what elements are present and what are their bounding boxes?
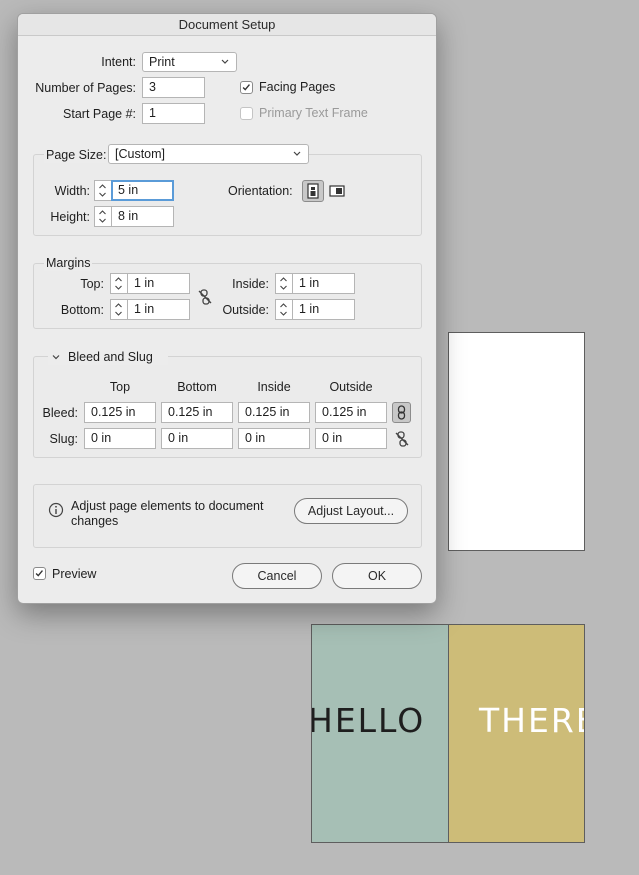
start-page-label: Start Page #:	[63, 107, 136, 121]
pages-field[interactable]: 3	[142, 77, 205, 98]
slug-label: Slug:	[49, 432, 79, 446]
margins-link-button[interactable]	[196, 288, 214, 306]
bleed-slug-header[interactable]: Bleed and Slug	[48, 349, 168, 365]
ok-button[interactable]: OK	[332, 563, 422, 589]
facing-pages-checkbox[interactable]	[240, 81, 253, 94]
dialog-title: Document Setup	[18, 14, 436, 36]
margin-top-field[interactable]: 1 in	[127, 273, 190, 294]
landscape-icon	[329, 185, 345, 197]
canvas-page-3: THERE	[448, 624, 585, 843]
portrait-orientation-button[interactable]	[302, 180, 324, 202]
margin-inside-label: Inside:	[232, 277, 269, 291]
canvas-page-1	[448, 332, 585, 551]
margin-top-label: Top:	[80, 277, 104, 291]
primary-text-frame-label: Primary Text Frame	[259, 106, 368, 120]
bleed-label: Bleed:	[42, 406, 78, 420]
page-size-select[interactable]: [Custom]	[108, 144, 309, 164]
chevron-down-icon	[293, 151, 301, 156]
width-label: Width:	[54, 184, 90, 198]
width-field[interactable]: 5 in	[111, 180, 174, 201]
page-size-value: [Custom]	[115, 147, 166, 161]
margin-outside-field[interactable]: 1 in	[292, 299, 355, 320]
slug-bottom-field[interactable]: 0 in	[161, 428, 233, 449]
canvas-text-hello: HELLO	[311, 701, 426, 740]
width-stepper[interactable]	[94, 180, 111, 201]
slug-link-button[interactable]	[393, 430, 411, 448]
stepper-arrows-icon	[280, 303, 287, 316]
chain-link-icon	[397, 405, 406, 420]
chevron-down-icon	[221, 59, 229, 64]
page-size-label: Page Size:	[44, 147, 109, 163]
margin-inside-field[interactable]: 1 in	[292, 273, 355, 294]
height-label: Height:	[50, 210, 90, 224]
facing-pages-label: Facing Pages	[259, 80, 336, 94]
adjust-text-line1: Adjust page elements to document	[71, 499, 264, 513]
preview-label: Preview	[52, 567, 97, 581]
bleed-outside-field[interactable]: 0.125 in	[315, 402, 387, 423]
checkmark-icon	[35, 570, 43, 577]
bleed-slug-title: Bleed and Slug	[68, 350, 153, 364]
margin-outside-label: Outside:	[222, 303, 269, 317]
adjust-layout-button[interactable]: Adjust Layout...	[294, 498, 408, 524]
margins-title: Margins	[44, 255, 93, 271]
margin-outside-stepper[interactable]	[275, 299, 292, 320]
stepper-arrows-icon	[115, 277, 122, 290]
stepper-arrows-icon	[115, 303, 122, 316]
intent-value: Print	[149, 55, 175, 69]
pages-label: Number of Pages:	[35, 81, 136, 95]
info-icon	[48, 502, 64, 518]
bleed-top-field[interactable]: 0.125 in	[84, 402, 156, 423]
bleed-bottom-field[interactable]: 0.125 in	[161, 402, 233, 423]
bleed-inside-field[interactable]: 0.125 in	[238, 402, 310, 423]
orientation-label: Orientation:	[228, 184, 293, 198]
col-header-inside: Inside	[257, 380, 291, 394]
margins-group	[33, 263, 422, 329]
col-header-outside: Outside	[329, 380, 373, 394]
height-stepper[interactable]	[94, 206, 111, 227]
stepper-arrows-icon	[280, 277, 287, 290]
canvas-page-2: HELLO	[311, 624, 449, 843]
stepper-arrows-icon	[99, 210, 106, 223]
height-field[interactable]: 8 in	[111, 206, 174, 227]
adjust-text-line2: changes	[71, 514, 119, 528]
broken-chain-icon	[198, 289, 212, 305]
col-header-bottom: Bottom	[177, 380, 217, 394]
slug-inside-field[interactable]: 0 in	[238, 428, 310, 449]
margin-bottom-stepper[interactable]	[110, 299, 127, 320]
margin-top-stepper[interactable]	[110, 273, 127, 294]
margin-inside-stepper[interactable]	[275, 273, 292, 294]
cancel-button[interactable]: Cancel	[232, 563, 322, 589]
portrait-icon	[307, 183, 319, 199]
bleed-link-button[interactable]	[392, 402, 411, 423]
primary-text-frame-checkbox[interactable]	[240, 107, 253, 120]
canvas-text-there: THERE	[479, 701, 584, 740]
intent-select[interactable]: Print	[142, 52, 237, 72]
margin-bottom-field[interactable]: 1 in	[127, 299, 190, 320]
margin-bottom-label: Bottom:	[60, 303, 104, 317]
stepper-arrows-icon	[99, 184, 106, 197]
broken-chain-icon	[395, 431, 409, 447]
slug-top-field[interactable]: 0 in	[84, 428, 156, 449]
slug-outside-field[interactable]: 0 in	[315, 428, 387, 449]
landscape-orientation-button[interactable]	[327, 181, 347, 201]
start-page-field[interactable]: 1	[142, 103, 205, 124]
chevron-down-icon	[52, 355, 60, 360]
preview-checkbox[interactable]	[33, 567, 46, 580]
checkmark-icon	[242, 84, 250, 91]
document-setup-dialog: Document Setup Intent: Print Number of P…	[17, 13, 437, 604]
col-header-top: Top	[109, 380, 131, 394]
intent-label: Intent:	[101, 55, 136, 69]
